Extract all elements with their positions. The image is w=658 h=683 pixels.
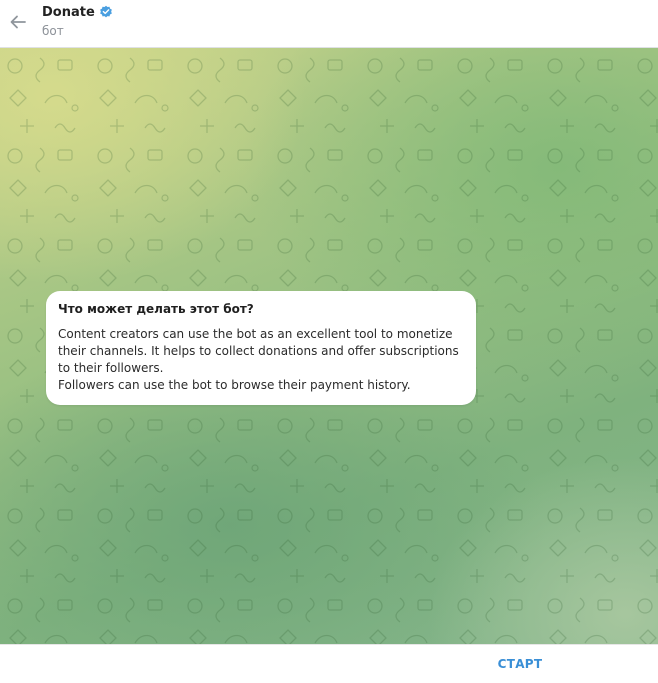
bot-description-card: Что может делать этот бот? Content creat… — [46, 291, 476, 405]
arrow-left-icon — [10, 15, 26, 29]
bot-description-line: their channels. It helps to collect dona… — [58, 344, 459, 358]
bot-description-line: to their followers. — [58, 361, 164, 375]
bot-description-line: Followers can use the bot to browse thei… — [58, 378, 411, 392]
bot-description-line: Content creators can use the bot as an e… — [58, 327, 453, 341]
telegram-bot-chat: Donate бот Что может делать этот бот? Co… — [0, 0, 658, 683]
chat-title: Donate — [42, 4, 95, 20]
back-button[interactable] — [4, 8, 32, 36]
chat-title-row[interactable]: Donate — [42, 3, 113, 21]
bottom-bar: СТАРТ — [0, 644, 658, 683]
verified-badge-icon — [99, 5, 112, 18]
start-button[interactable]: СТАРТ — [470, 651, 570, 677]
bot-description-text: Content creators can use the bot as an e… — [58, 326, 464, 394]
bot-description-heading: Что может делать этот бот? — [58, 302, 254, 316]
chat-header: Donate бот — [0, 0, 658, 48]
chat-subtitle: бот — [42, 24, 64, 38]
chat-background: Что может делать этот бот? Content creat… — [0, 48, 658, 644]
